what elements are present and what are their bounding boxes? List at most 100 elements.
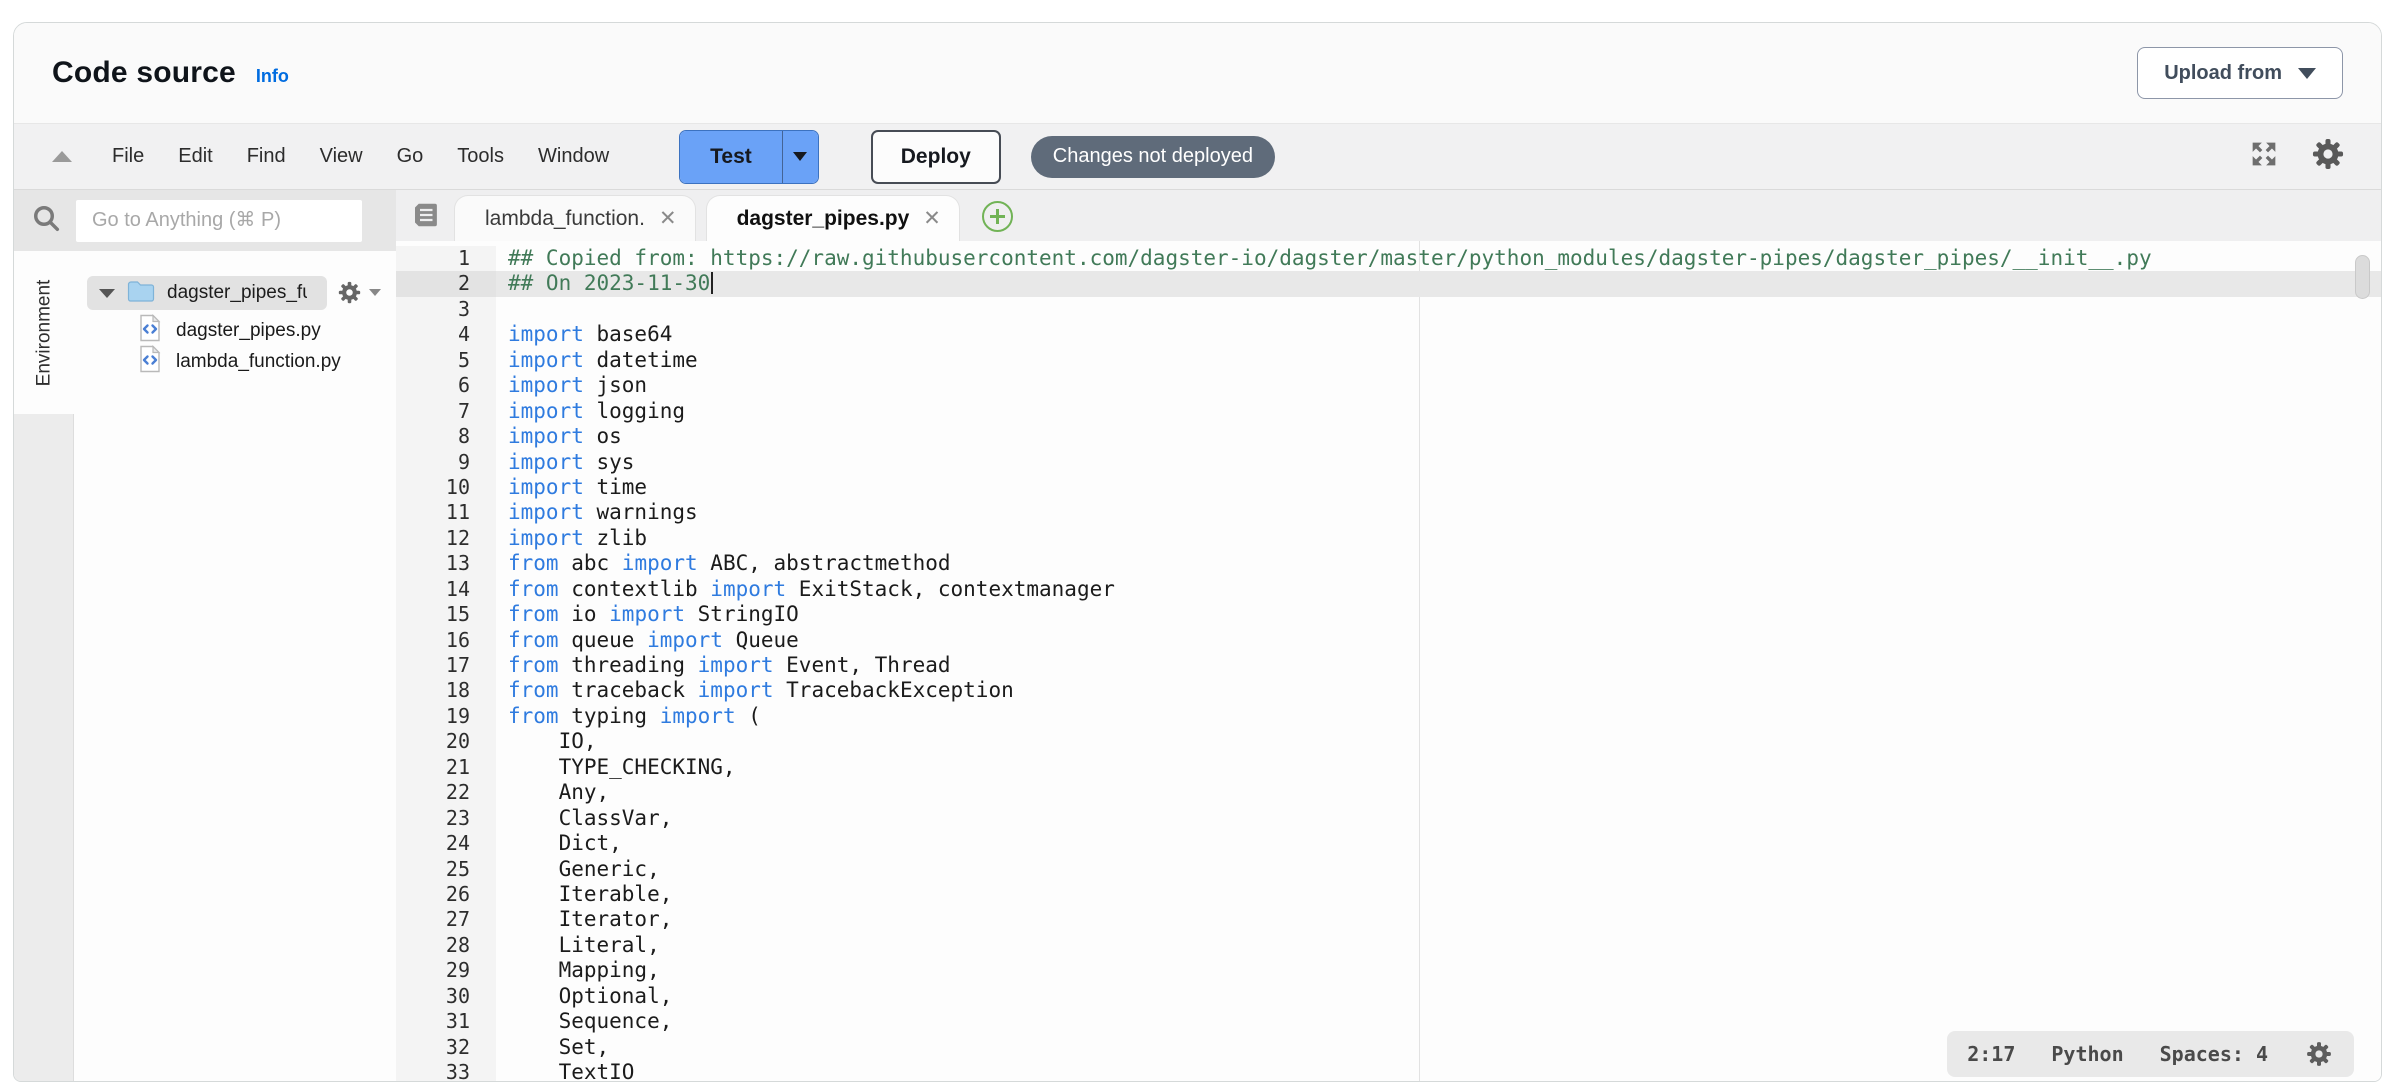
code-line-29[interactable]: 29 Mapping, bbox=[396, 958, 2382, 983]
menu-item-window[interactable]: Window bbox=[538, 145, 609, 168]
code-line-19[interactable]: 19from typing import ( bbox=[396, 704, 2382, 729]
info-link[interactable]: Info bbox=[256, 66, 289, 87]
menu-item-find[interactable]: Find bbox=[247, 145, 286, 168]
file-label: lambda_function.py bbox=[176, 351, 341, 373]
code-text: from queue import Queue bbox=[496, 628, 799, 653]
test-dropdown-button[interactable] bbox=[782, 131, 818, 183]
code-line-15[interactable]: 15from io import StringIO bbox=[396, 602, 2382, 627]
tree-folder-row[interactable]: dagster_pipes_funct bbox=[87, 276, 327, 310]
code-text: ## On 2023-11-30 bbox=[496, 271, 713, 296]
code-line-28[interactable]: 28 Literal, bbox=[396, 933, 2382, 958]
line-number: 5 bbox=[396, 348, 496, 373]
line-number: 18 bbox=[396, 678, 496, 703]
code-line-4[interactable]: 4import base64 bbox=[396, 322, 2382, 347]
line-number: 16 bbox=[396, 628, 496, 653]
code-text: import json bbox=[496, 373, 647, 398]
upload-from-label: Upload from bbox=[2164, 62, 2282, 85]
code-text: ## Copied from: https://raw.githubuserco… bbox=[496, 246, 2152, 271]
tab-list-icon[interactable] bbox=[410, 200, 440, 235]
line-number: 6 bbox=[396, 373, 496, 398]
indent-setting[interactable]: Spaces: 4 bbox=[2160, 1042, 2268, 1066]
code-text: from io import StringIO bbox=[496, 602, 799, 627]
code-line-30[interactable]: 30 Optional, bbox=[396, 984, 2382, 1009]
vertical-scrollbar[interactable] bbox=[2355, 255, 2370, 299]
code-line-23[interactable]: 23 ClassVar, bbox=[396, 806, 2382, 831]
code-line-8[interactable]: 8import os bbox=[396, 424, 2382, 449]
code-line-18[interactable]: 18from traceback import TracebackExcepti… bbox=[396, 678, 2382, 703]
code-line-10[interactable]: 10import time bbox=[396, 475, 2382, 500]
code-line-6[interactable]: 6import json bbox=[396, 373, 2382, 398]
tab-label: dagster_pipes.py bbox=[737, 207, 910, 231]
line-number: 24 bbox=[396, 831, 496, 856]
test-split-button[interactable]: Test bbox=[679, 130, 819, 184]
code-text: Set, bbox=[496, 1035, 609, 1060]
gear-icon[interactable] bbox=[2309, 135, 2347, 178]
fullscreen-icon[interactable] bbox=[2247, 137, 2281, 176]
code-line-22[interactable]: 22 Any, bbox=[396, 780, 2382, 805]
close-icon[interactable]: ✕ bbox=[923, 206, 941, 231]
code-line-16[interactable]: 16from queue import Queue bbox=[396, 628, 2382, 653]
menu-item-tools[interactable]: Tools bbox=[457, 145, 504, 168]
close-icon[interactable]: ✕ bbox=[659, 206, 677, 231]
environment-tab-label: Environment bbox=[33, 279, 55, 386]
code-line-2[interactable]: 2## On 2023-11-30 bbox=[396, 271, 2382, 296]
code-line-17[interactable]: 17from threading import Event, Thread bbox=[396, 653, 2382, 678]
code-line-13[interactable]: 13from abc import ABC, abstractmethod bbox=[396, 551, 2382, 576]
code-line-27[interactable]: 27 Iterator, bbox=[396, 907, 2382, 932]
line-number: 19 bbox=[396, 704, 496, 729]
editor-settings-gear-icon[interactable] bbox=[2304, 1039, 2334, 1069]
deploy-button[interactable]: Deploy bbox=[871, 130, 1001, 184]
tree-file-lambda_function.py[interactable]: lambda_function.py bbox=[138, 346, 341, 377]
language-mode[interactable]: Python bbox=[2051, 1042, 2123, 1066]
code-line-21[interactable]: 21 TYPE_CHECKING, bbox=[396, 755, 2382, 780]
line-number: 15 bbox=[396, 602, 496, 627]
code-text: from typing import ( bbox=[496, 704, 761, 729]
code-source-card: Code source Info Upload from FileEditFin… bbox=[13, 22, 2382, 1082]
code-line-5[interactable]: 5import datetime bbox=[396, 348, 2382, 373]
line-number: 25 bbox=[396, 857, 496, 882]
code-text: Dict, bbox=[496, 831, 622, 856]
code-line-14[interactable]: 14from contextlib import ExitStack, cont… bbox=[396, 577, 2382, 602]
line-number: 12 bbox=[396, 526, 496, 551]
code-line-1[interactable]: 1## Copied from: https://raw.githubuserc… bbox=[396, 246, 2382, 271]
test-button[interactable]: Test bbox=[680, 131, 782, 183]
goto-anything-input[interactable] bbox=[76, 200, 362, 242]
new-tab-button[interactable] bbox=[982, 201, 1013, 232]
python-file-icon bbox=[138, 314, 162, 347]
code-line-9[interactable]: 9import sys bbox=[396, 450, 2382, 475]
upload-from-button[interactable]: Upload from bbox=[2137, 47, 2343, 99]
menu-item-file[interactable]: File bbox=[112, 145, 144, 168]
tree-file-dagster_pipes.py[interactable]: dagster_pipes.py bbox=[138, 315, 321, 346]
environment-tab[interactable]: Environment bbox=[14, 251, 74, 414]
code-text: import sys bbox=[496, 450, 634, 475]
code-line-26[interactable]: 26 Iterable, bbox=[396, 882, 2382, 907]
tab-dagster_pipes.py[interactable]: dagster_pipes.py ✕ bbox=[706, 195, 960, 241]
code-line-3[interactable]: 3 bbox=[396, 297, 2382, 322]
folder-label: dagster_pipes_funct bbox=[167, 282, 307, 304]
menu-item-go[interactable]: Go bbox=[397, 145, 424, 168]
code-editor[interactable]: 1## Copied from: https://raw.githubuserc… bbox=[396, 241, 2382, 1081]
code-line-25[interactable]: 25 Generic, bbox=[396, 857, 2382, 882]
code-line-24[interactable]: 24 Dict, bbox=[396, 831, 2382, 856]
menu-item-view[interactable]: View bbox=[320, 145, 363, 168]
line-number: 3 bbox=[396, 297, 496, 322]
line-number: 31 bbox=[396, 1009, 496, 1034]
code-text: import warnings bbox=[496, 500, 698, 525]
code-text: import logging bbox=[496, 399, 685, 424]
cursor-position[interactable]: 2:17 bbox=[1967, 1042, 2015, 1066]
menu-item-edit[interactable]: Edit bbox=[178, 145, 212, 168]
code-line-20[interactable]: 20 IO, bbox=[396, 729, 2382, 754]
code-line-12[interactable]: 12import zlib bbox=[396, 526, 2382, 551]
chevron-down-icon bbox=[2298, 68, 2316, 79]
code-text: import os bbox=[496, 424, 622, 449]
tab-lambda_function[interactable]: lambda_function.✕ bbox=[454, 195, 696, 241]
code-line-11[interactable]: 11import warnings bbox=[396, 500, 2382, 525]
collapse-panel-icon[interactable] bbox=[52, 151, 72, 162]
tree-settings-button[interactable] bbox=[336, 279, 381, 306]
code-text: Any, bbox=[496, 780, 609, 805]
code-text: TYPE_CHECKING, bbox=[496, 755, 736, 780]
code-text: TextIO bbox=[496, 1060, 634, 1081]
code-text bbox=[496, 297, 508, 322]
chevron-expanded-icon[interactable] bbox=[99, 289, 115, 298]
code-line-7[interactable]: 7import logging bbox=[396, 399, 2382, 424]
